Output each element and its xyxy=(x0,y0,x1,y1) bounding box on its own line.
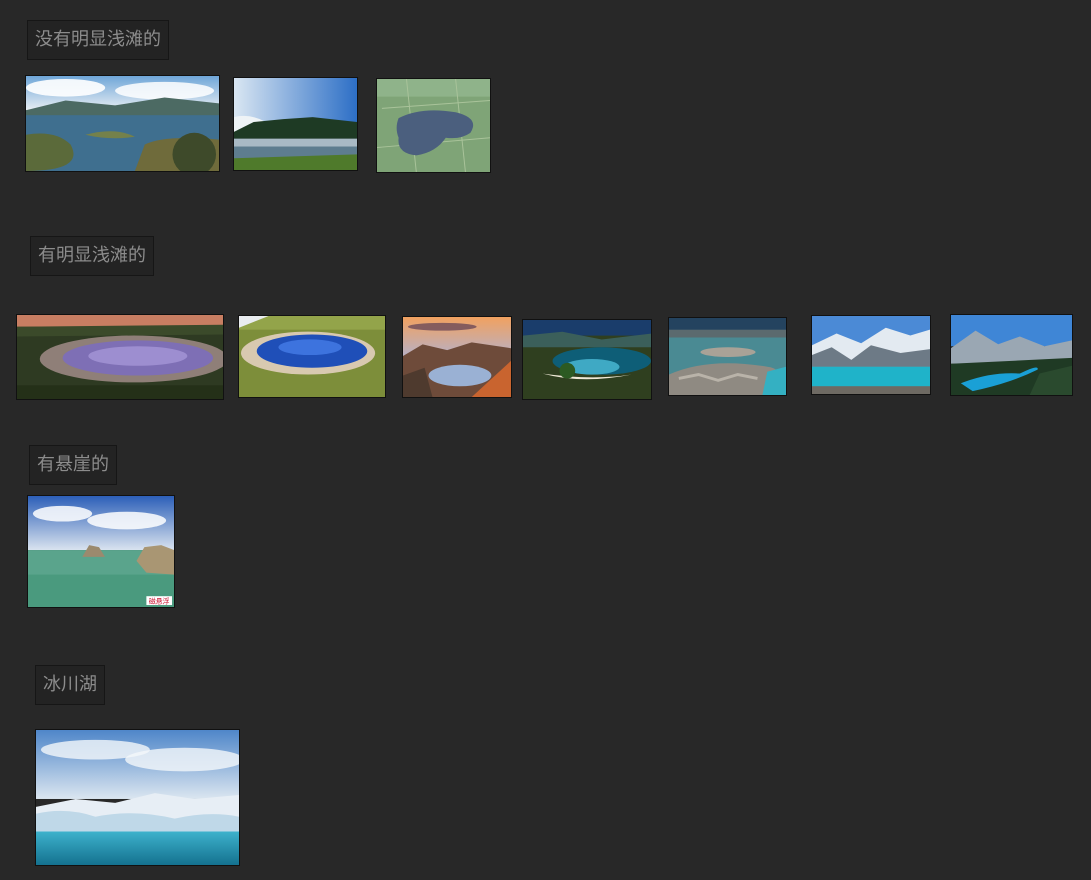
thumb-mountain-lake-mist[interactable] xyxy=(233,77,358,171)
thumb-glacier-turquoise-lake[interactable] xyxy=(811,315,931,395)
thumb-aerial-green-lake[interactable] xyxy=(376,78,491,173)
canvas: 没有明显浅滩的 有明显浅滩的 有悬崖的 磁悬浮 冰川湖 xyxy=(0,0,1091,880)
group-label-glacier-lake[interactable]: 冰川湖 xyxy=(35,665,105,705)
thumb-lake-aerial-islands[interactable] xyxy=(25,75,220,172)
thumb-rocky-shoal-lake[interactable] xyxy=(668,317,787,396)
group-label-no-shoal[interactable]: 没有明显浅滩的 xyxy=(27,20,169,60)
watermark-text: 磁悬浮 xyxy=(149,597,170,606)
thumb-cliff-seaside-lake[interactable]: 磁悬浮 xyxy=(27,495,175,608)
thumb-crater-lake-pink[interactable] xyxy=(16,314,224,400)
thumb-turquoise-bay-beach[interactable] xyxy=(522,319,652,400)
thumb-peyto-lake[interactable] xyxy=(950,314,1073,396)
group-label-has-shoal[interactable]: 有明显浅滩的 xyxy=(30,236,154,276)
thumb-sunset-lake-canyon[interactable] xyxy=(402,316,512,398)
group-label-has-cliff[interactable]: 有悬崖的 xyxy=(29,445,117,485)
thumb-iceberg-lake[interactable] xyxy=(35,729,240,866)
thumb-blue-pond-shore[interactable] xyxy=(238,315,386,398)
